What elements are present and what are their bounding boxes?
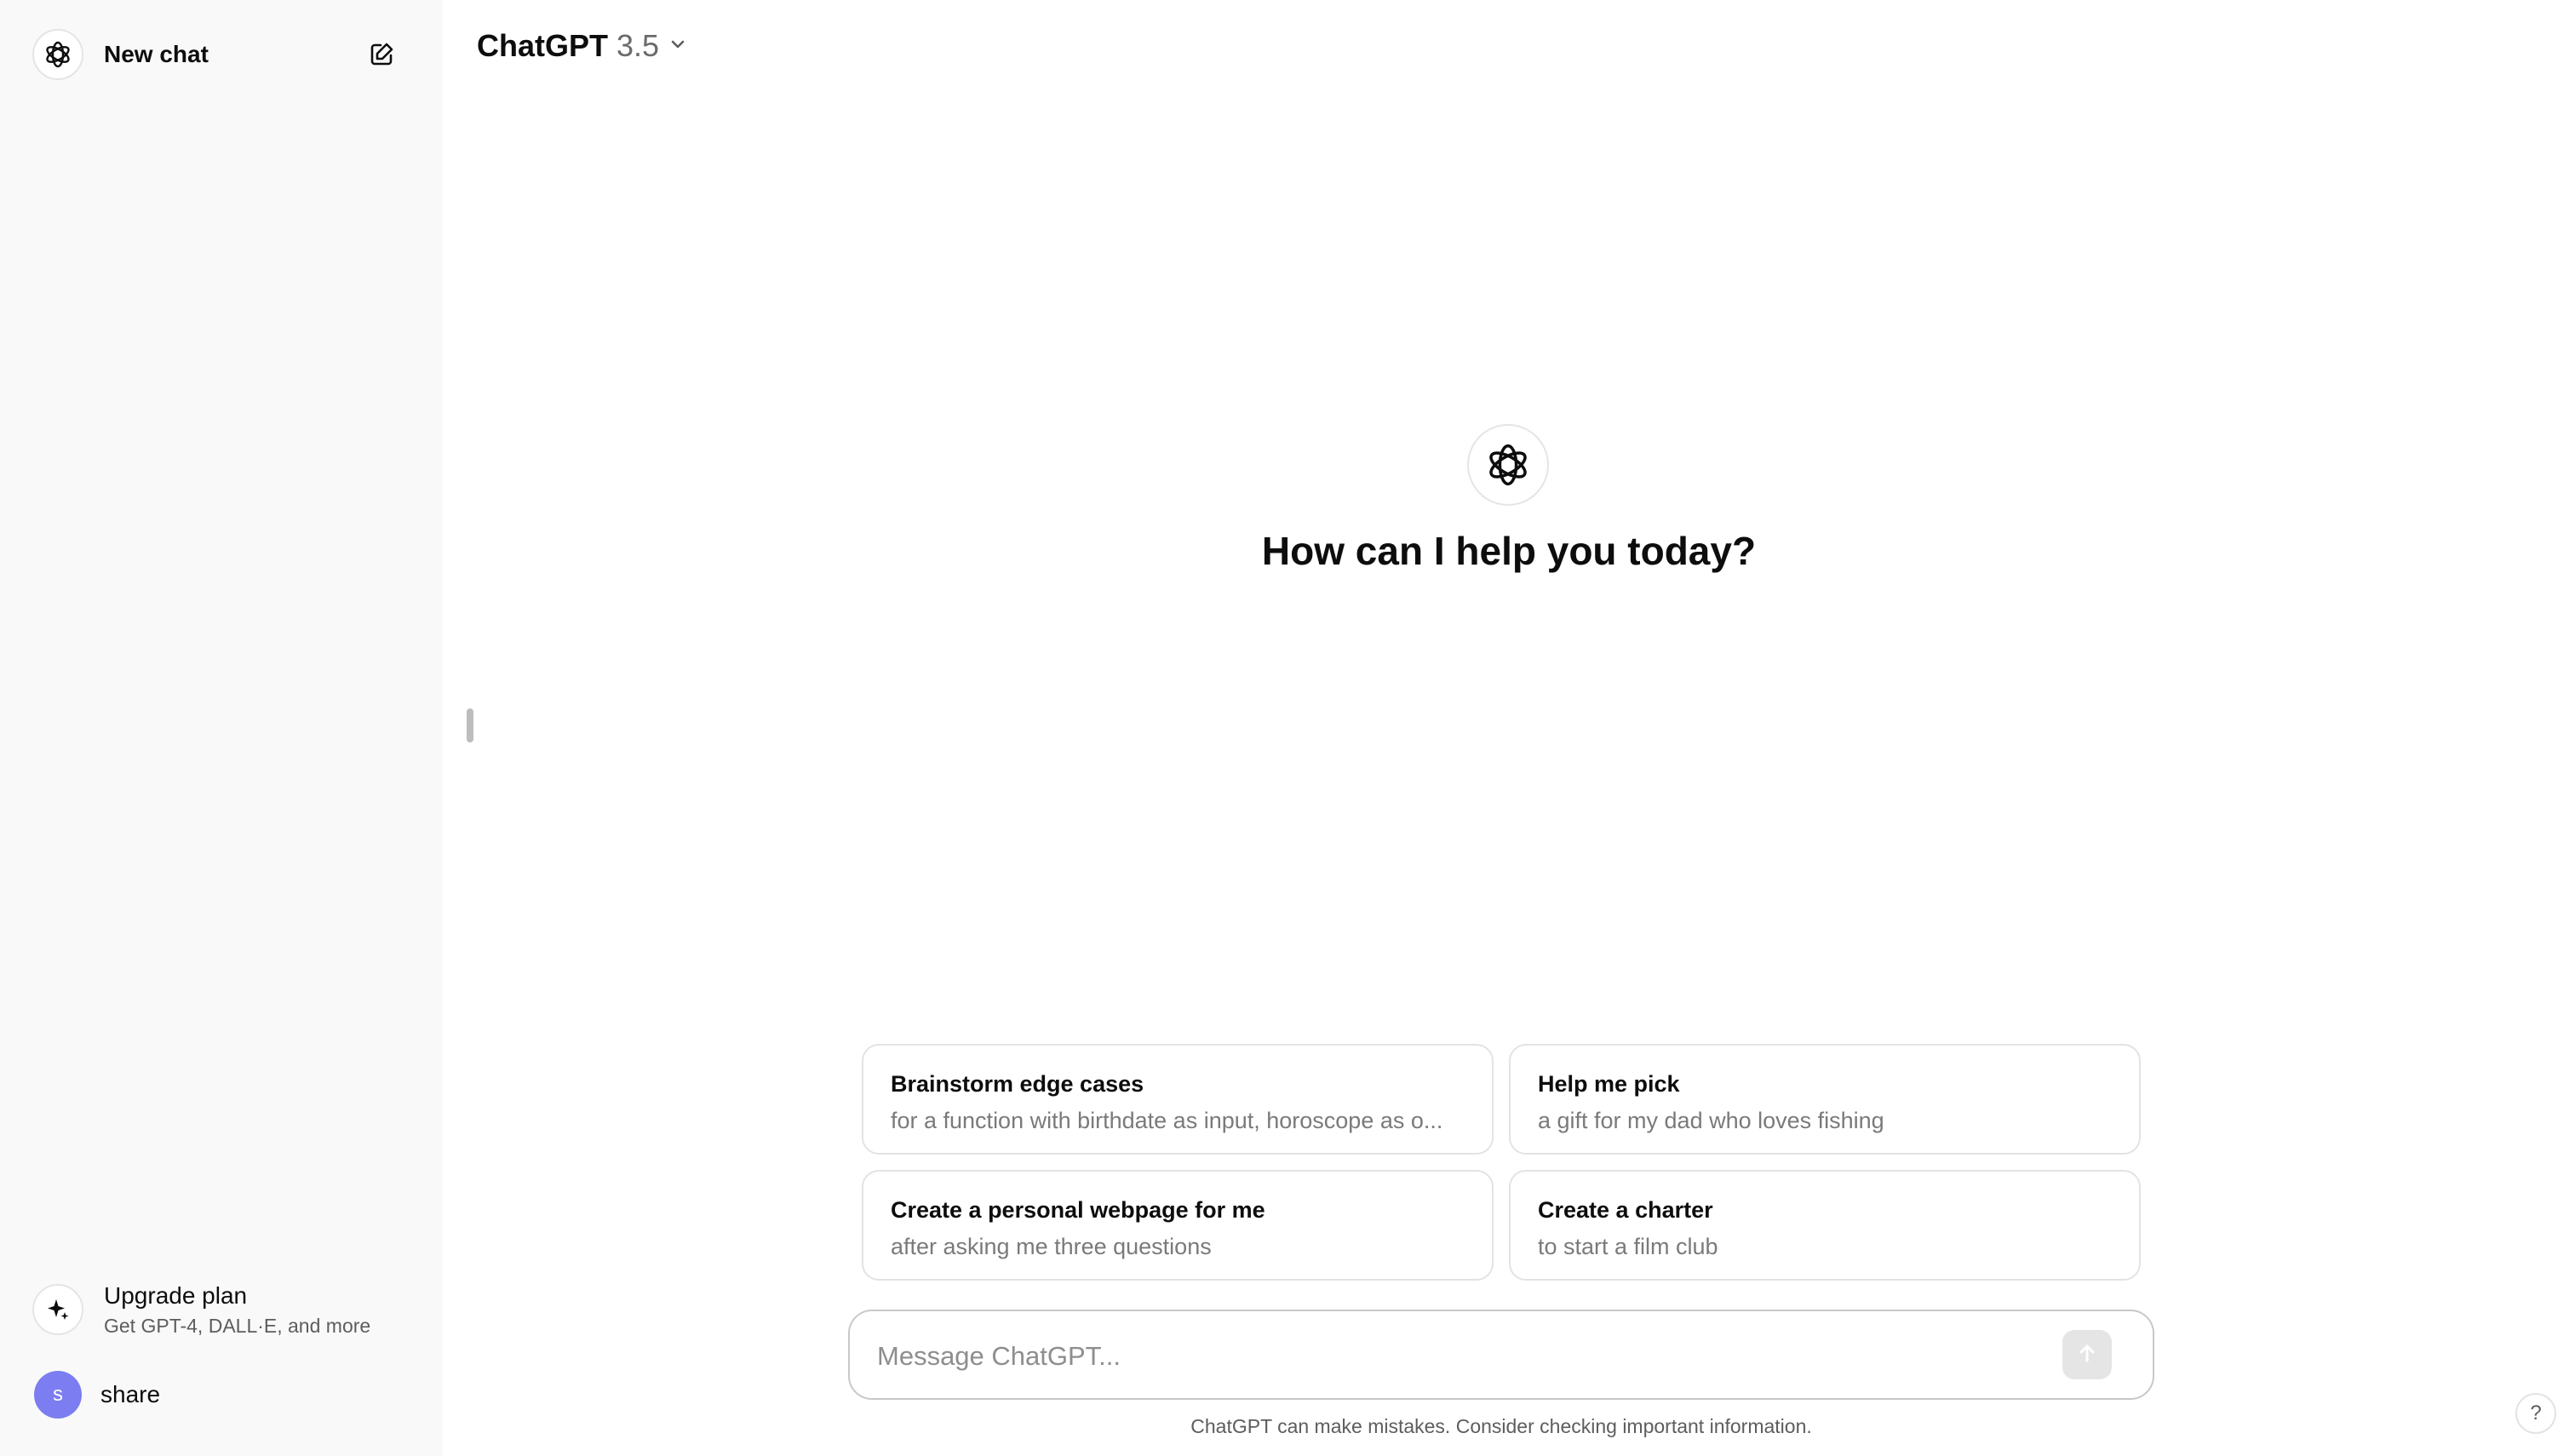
upgrade-text: Upgrade plan Get GPT-4, DALL·E, and more — [104, 1282, 370, 1338]
sidebar: New chat Upgrade plan Get GPT-4, DALL·E,… — [0, 0, 443, 1456]
upgrade-plan-button[interactable]: Upgrade plan Get GPT-4, DALL·E, and more — [22, 1269, 421, 1350]
avatar: s — [34, 1371, 82, 1419]
user-menu-button[interactable]: s share — [22, 1362, 421, 1427]
help-icon[interactable]: ? — [2515, 1393, 2556, 1434]
edit-icon[interactable] — [364, 37, 399, 72]
suggestion-subtitle: a gift for my dad who loves fishing — [1538, 1108, 1884, 1133]
message-composer — [848, 1310, 2154, 1400]
arrow-up-icon — [2074, 1340, 2100, 1370]
suggestion-title: Help me pick — [1538, 1071, 1680, 1097]
send-button[interactable] — [2062, 1330, 2112, 1379]
suggestion-title: Brainstorm edge cases — [891, 1071, 1144, 1097]
openai-logo-icon — [1467, 424, 1549, 506]
upgrade-subtitle: Get GPT-4, DALL·E, and more — [104, 1314, 371, 1337]
openai-logo-icon — [32, 29, 83, 80]
user-name: share — [100, 1381, 161, 1407]
sparkle-icon — [32, 1284, 83, 1335]
main-panel: ChatGPT 3.5 How can I help you today? Br… — [443, 0, 2575, 1456]
suggestion-subtitle: to start a film club — [1538, 1234, 1718, 1259]
page-title: How can I help you today? — [1261, 529, 1757, 573]
suggestion-card[interactable]: Brainstorm edge cases for a function wit… — [862, 1044, 1494, 1155]
suggestion-subtitle: after asking me three questions — [891, 1234, 1212, 1259]
model-version: 3.5 — [617, 28, 660, 63]
suggestion-card[interactable]: Create a charter to start a film club — [1509, 1170, 2141, 1281]
new-chat-button[interactable]: New chat — [22, 22, 421, 87]
suggestion-title: Create a charter — [1538, 1197, 1713, 1223]
disclaimer-text: ChatGPT can make mistakes. Consider chec… — [1190, 1415, 1812, 1437]
new-chat-label: New chat — [104, 41, 209, 67]
chevron-down-icon — [668, 34, 688, 59]
suggestion-title: Create a personal webpage for me — [891, 1197, 1265, 1223]
message-input[interactable] — [875, 1332, 2054, 1381]
model-selector[interactable]: ChatGPT 3.5 — [477, 24, 688, 68]
sidebar-resize-handle[interactable] — [467, 708, 473, 742]
model-name: ChatGPT — [477, 28, 609, 63]
suggestion-card[interactable]: Help me pick a gift for my dad who loves… — [1509, 1044, 2141, 1155]
suggestion-subtitle: for a function with birthdate as input, … — [891, 1108, 1443, 1133]
upgrade-title: Upgrade plan — [104, 1281, 248, 1309]
suggestion-card[interactable]: Create a personal webpage for me after a… — [862, 1170, 1494, 1281]
